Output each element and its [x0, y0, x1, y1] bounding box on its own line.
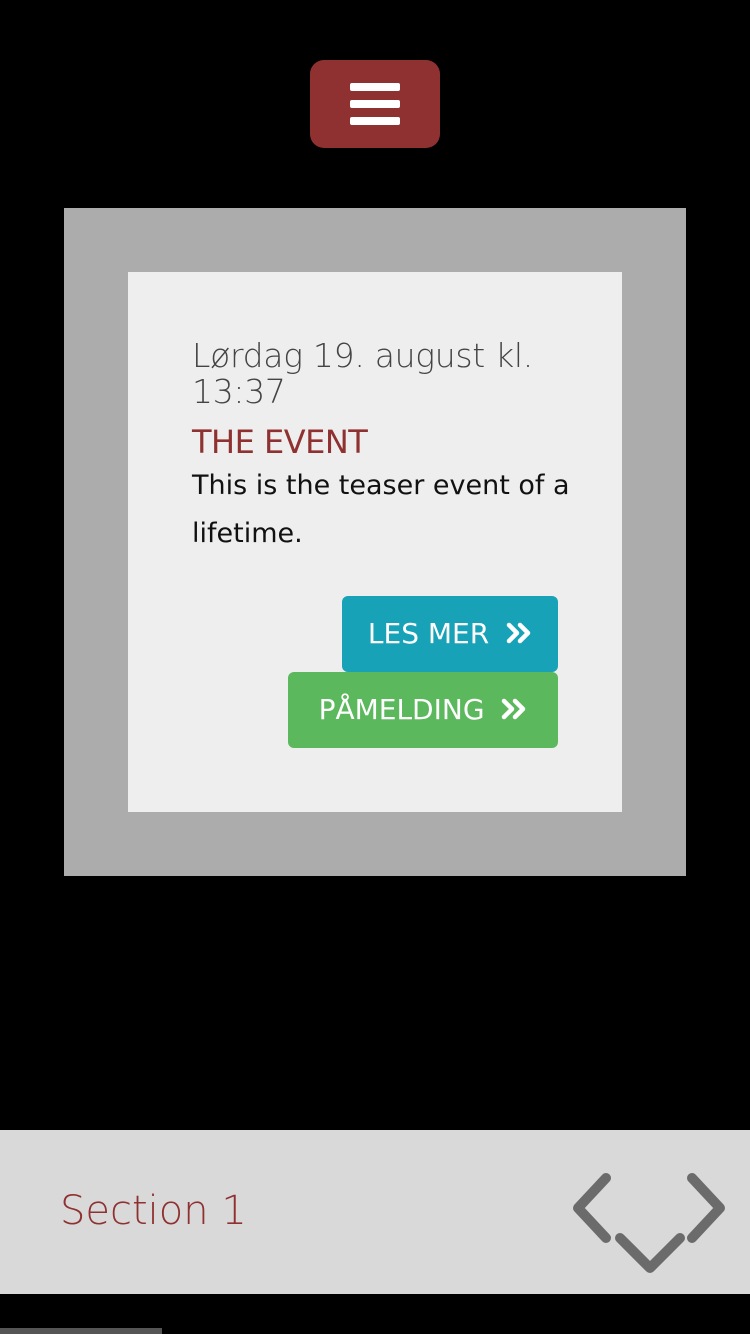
double-chevron-right-icon	[506, 622, 531, 644]
menu-button[interactable]	[310, 60, 440, 148]
app-screen: Lørdag 19. august kl. 13:37 THE EVENT Th…	[0, 0, 750, 1334]
section-label: Section 1	[60, 1188, 247, 1234]
read-more-button[interactable]: LES MER	[342, 596, 558, 672]
event-title: THE EVENT	[192, 423, 368, 461]
signup-button[interactable]: PÅMELDING	[288, 672, 558, 748]
double-chevron-right-icon	[502, 698, 526, 720]
chevron-down-icon[interactable]	[612, 1228, 688, 1278]
event-frame: Lørdag 19. august kl. 13:37 THE EVENT Th…	[64, 208, 686, 876]
chevron-left-icon[interactable]	[568, 1170, 618, 1246]
chevron-right-icon[interactable]	[680, 1170, 730, 1246]
event-card: Lørdag 19. august kl. 13:37 THE EVENT Th…	[128, 272, 622, 812]
event-date: Lørdag 19. august kl. 13:37	[192, 336, 533, 411]
event-description: This is the teaser event of a lifetime.	[192, 470, 570, 549]
section-footer: Section 1	[0, 1130, 750, 1294]
signup-label: PÅMELDING	[318, 693, 485, 726]
read-more-label: LES MER	[367, 617, 490, 650]
scroll-indicator	[0, 1328, 162, 1334]
